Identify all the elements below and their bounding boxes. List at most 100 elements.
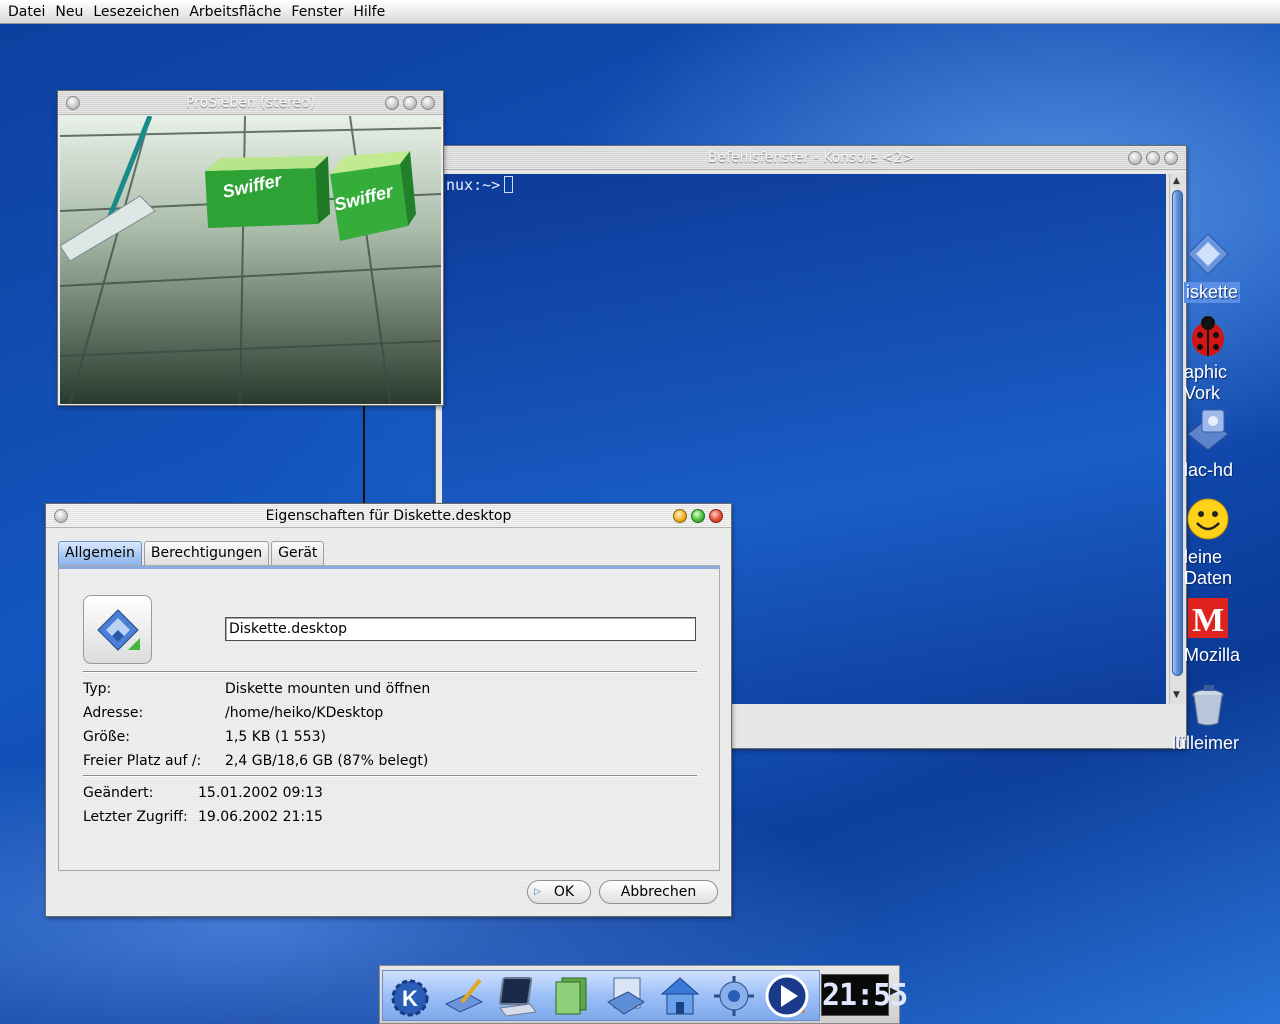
konqueror-icon <box>714 975 754 1016</box>
floppy-launcher-button[interactable] <box>599 972 653 1020</box>
free-space-label: Freier Platz auf /: <box>83 753 202 769</box>
kde-menu-icon: K <box>391 979 429 1016</box>
tab-allgemein-label: Allgemein <box>65 545 135 561</box>
close-button[interactable] <box>1164 151 1178 165</box>
tv-window-shadow-line <box>363 405 365 505</box>
tv-video-image: Swiffer Swiffer <box>60 116 441 404</box>
desktop-icon-label-line1: aphic <box>1184 362 1228 382</box>
free-space-value: 2,4 GB/18,6 GB (87% belegt) <box>225 753 429 769</box>
mozilla-icon: M <box>1188 598 1228 639</box>
maximize-button[interactable] <box>691 509 705 523</box>
mac-hd-icon <box>1187 409 1229 451</box>
tv-video-frame: Swiffer Swiffer <box>60 116 441 404</box>
tv-window: ProSieben (stereo) Swiffer Swiffer <box>57 90 444 406</box>
maximize-button[interactable] <box>1146 151 1160 165</box>
floppy-icon <box>96 608 140 651</box>
show-desktop-button[interactable] <box>437 972 491 1020</box>
konsole-title: Befehlsfenster - Konsole <2> <box>707 150 915 166</box>
kde-panel: K 21:55 ▶ <box>379 965 908 1024</box>
desktop-icon-label: Mozilla <box>1184 645 1241 665</box>
tv-titlebar[interactable]: ProSieben (stereo) <box>58 91 443 115</box>
desktop-icon-label-line2: Daten <box>1184 568 1233 588</box>
accessed-label: Letzter Zugriff: <box>83 809 188 825</box>
desktop-icon-label: iskette <box>1184 282 1241 303</box>
panel-clock[interactable]: 21:55 <box>821 974 908 1016</box>
modified-value: 15.01.2002 09:13 <box>198 785 323 801</box>
panel-launchers: K <box>382 970 820 1021</box>
ok-button[interactable]: ▷ OK <box>527 880 591 904</box>
desktop-icon-label: lülleimer <box>1172 733 1240 753</box>
desktop-icon-label-line2: Vork <box>1184 383 1221 403</box>
kde-menu-button[interactable]: K <box>383 972 437 1020</box>
terminal-scrollbar[interactable]: ▲ ▼ <box>1169 174 1185 704</box>
floppy-icon <box>607 977 645 1015</box>
separator-1 <box>83 671 697 673</box>
tab-geraet-label: Gerät <box>278 545 318 561</box>
tab-geraet[interactable]: Gerät <box>271 541 325 565</box>
filename-input[interactable]: Diskette.desktop <box>225 617 696 641</box>
properties-tabs: Allgemein Berechtigungen Gerät <box>58 541 326 565</box>
maximize-button[interactable] <box>403 96 417 110</box>
scrollbar-thumb[interactable] <box>1172 190 1183 676</box>
scroll-down-icon[interactable]: ▼ <box>1173 690 1180 700</box>
home-button[interactable] <box>653 972 707 1020</box>
properties-titlebar[interactable]: Eigenschaften für Diskette.desktop <box>46 504 731 528</box>
smiley-icon <box>1187 498 1229 540</box>
panel-expand-icon[interactable]: ▶ <box>890 986 898 997</box>
terminal-button[interactable] <box>491 972 545 1020</box>
tab-allgemein[interactable]: Allgemein <box>58 541 142 565</box>
properties-title: Eigenschaften für Diskette.desktop <box>265 508 512 524</box>
konqueror-button[interactable] <box>707 972 761 1020</box>
minimize-button[interactable] <box>385 96 399 110</box>
top-menubar: Datei Neu Lesezeichen Arbeitsfläche Fens… <box>0 0 1280 24</box>
menu-fenster[interactable]: Fenster <box>286 1 348 23</box>
window-menu-button[interactable] <box>66 96 80 110</box>
ok-button-label: OK <box>553 884 575 900</box>
terminal-prompt: nux:~> <box>446 176 501 194</box>
cancel-button[interactable]: Abbrechen <box>599 880 718 904</box>
menu-lesezeichen[interactable]: Lesezeichen <box>88 1 184 23</box>
size-value: 1,5 KB (1 553) <box>225 729 326 745</box>
home-icon <box>660 976 700 1014</box>
scroll-up-icon[interactable]: ▲ <box>1173 176 1180 186</box>
default-arrow-icon: ▷ <box>534 887 541 897</box>
menu-arbeitsflaeche[interactable]: Arbeitsfläche <box>184 1 286 23</box>
general-tab-panel: Diskette.desktop Typ: Diskette mounten u… <box>58 565 720 871</box>
tab-berechtigungen-label: Berechtigungen <box>150 545 263 561</box>
tv-title: ProSieben (stereo) <box>185 95 316 111</box>
modified-label: Geändert: <box>83 785 154 801</box>
panel-accent-line <box>59 566 719 569</box>
help-icon <box>555 977 587 1014</box>
media-player-button[interactable] <box>760 972 814 1020</box>
desktop-icon-label-line1: leine <box>1184 547 1223 567</box>
help-button[interactable] <box>545 972 599 1020</box>
separator-2 <box>83 775 697 777</box>
menu-neu[interactable]: Neu <box>50 1 88 23</box>
window-menu-button[interactable] <box>54 509 68 523</box>
file-icon-button[interactable] <box>83 595 152 664</box>
konsole-titlebar[interactable]: Befehlsfenster - Konsole <2> <box>436 146 1186 170</box>
address-label: Adresse: <box>83 705 144 721</box>
desktop-icon-label: lac-hd <box>1184 460 1234 480</box>
minimize-button[interactable] <box>673 509 687 523</box>
type-value: Diskette mounten und öffnen <box>225 681 431 697</box>
accessed-value: 19.06.2002 21:15 <box>198 809 323 825</box>
terminal-icon <box>499 976 537 1017</box>
trash-icon <box>1192 685 1224 726</box>
terminal-cursor <box>504 176 514 193</box>
svg-text:M: M <box>1192 602 1224 639</box>
size-label: Größe: <box>83 729 131 745</box>
desktop-icon <box>444 978 484 1013</box>
close-button[interactable] <box>421 96 435 110</box>
svg-text:K: K <box>402 986 418 1011</box>
close-button[interactable] <box>709 509 723 523</box>
menu-hilfe[interactable]: Hilfe <box>348 1 390 23</box>
cancel-button-label: Abbrechen <box>620 884 697 900</box>
media-player-icon <box>765 974 809 1018</box>
minimize-button[interactable] <box>1128 151 1142 165</box>
floppy-icon <box>1187 233 1229 275</box>
menu-datei[interactable]: Datei <box>3 1 50 23</box>
properties-dialog: Eigenschaften für Diskette.desktop Allge… <box>45 503 732 917</box>
tab-berechtigungen[interactable]: Berechtigungen <box>143 541 270 565</box>
address-value: /home/heiko/KDesktop <box>225 705 384 721</box>
